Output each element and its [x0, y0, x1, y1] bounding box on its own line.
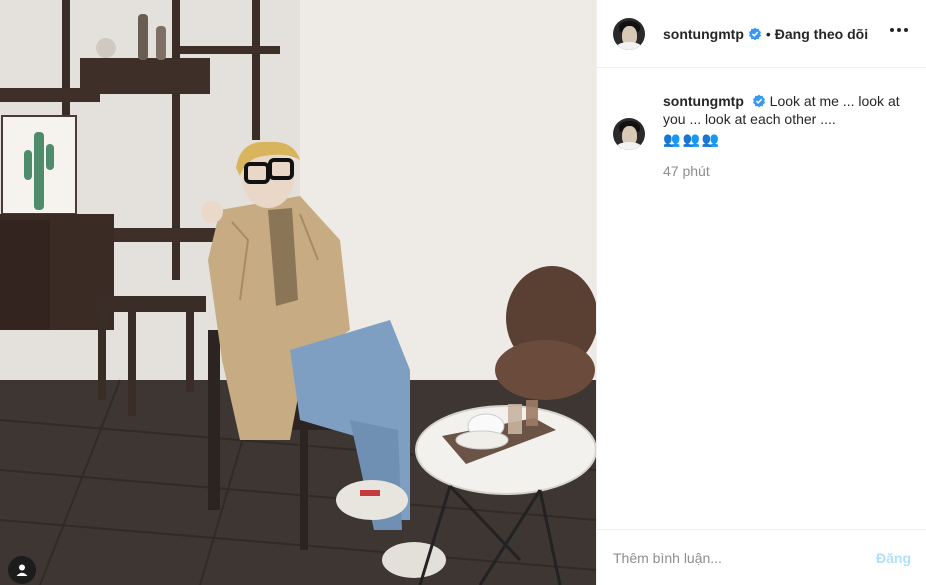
busts-emoji-icon: 👥: [701, 131, 720, 147]
caption-emojis: 👥 👥 👥: [663, 130, 913, 148]
verified-badge-icon: [752, 94, 765, 108]
user-tag-icon: [16, 564, 28, 576]
caption-username[interactable]: sontungmtp: [663, 93, 744, 109]
caption-body: sontungmtp Look at me ... look at you ..…: [663, 92, 913, 180]
verified-badge-icon: [748, 27, 761, 40]
caption-avatar[interactable]: [613, 118, 645, 150]
comment-input[interactable]: [613, 549, 876, 566]
post-timestamp[interactable]: 47 phút: [663, 162, 913, 180]
busts-emoji-icon: 👥: [663, 131, 681, 147]
caption: sontungmtp Look at me ... look at you ..…: [613, 92, 913, 180]
photo-scene: [0, 0, 596, 585]
following-button[interactable]: Đang theo dõi: [775, 26, 868, 42]
comment-box: Đăng: [597, 529, 926, 585]
post-photo[interactable]: [0, 0, 596, 585]
avatar[interactable]: [613, 17, 645, 50]
more-options-icon[interactable]: [886, 24, 912, 36]
busts-emoji-icon: 👥: [682, 131, 700, 147]
user-tag-button[interactable]: [8, 556, 36, 584]
post-header: sontungmtp • Đang theo dõi: [597, 0, 926, 68]
header-username[interactable]: sontungmtp: [663, 26, 744, 42]
follow-separator: •: [765, 25, 771, 42]
post-sidebar: sontungmtp • Đang theo dõi sontungmtp Lo…: [596, 0, 926, 585]
post-comment-button[interactable]: Đăng: [876, 550, 911, 566]
